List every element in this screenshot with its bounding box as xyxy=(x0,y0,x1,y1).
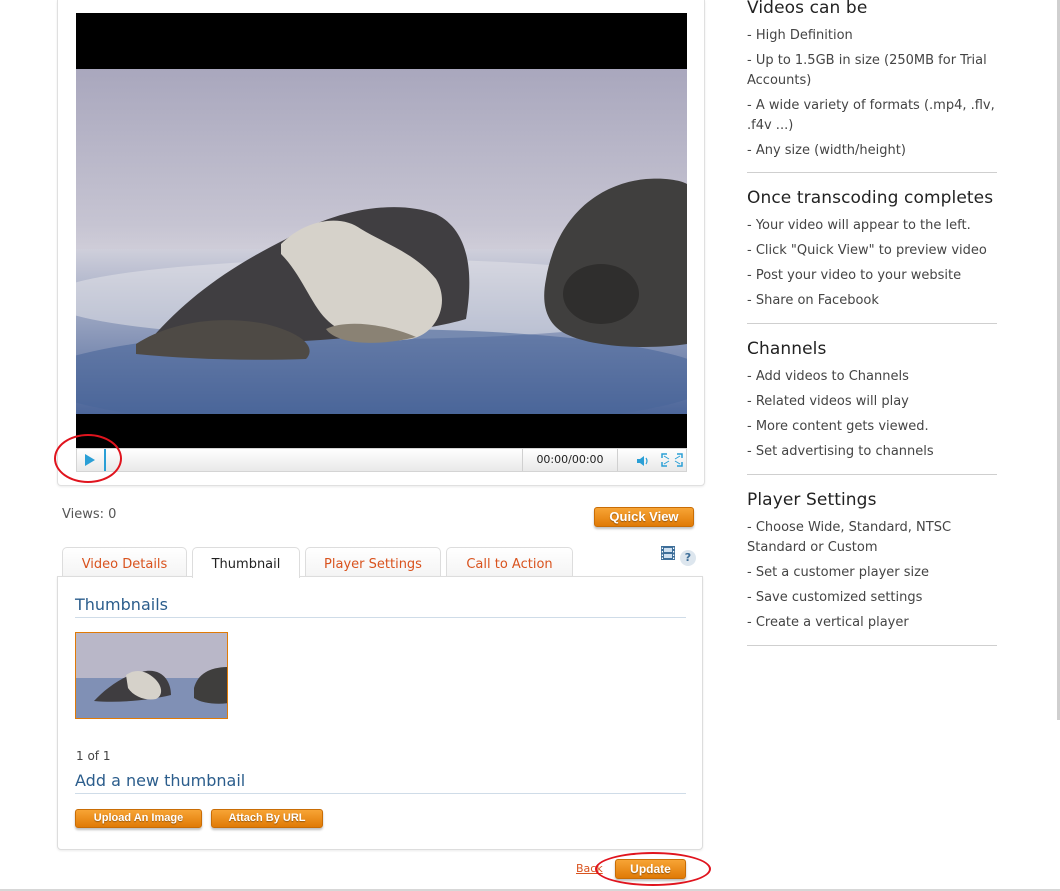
divider xyxy=(747,323,997,324)
sidebar-item: - Any size (width/height) xyxy=(747,143,906,158)
thumbnail-image[interactable] xyxy=(75,632,228,719)
sidebar-section-player-settings: Player Settings - Choose Wide, Standard,… xyxy=(747,490,997,638)
fullscreen-icon[interactable] xyxy=(660,452,684,468)
thumbnails-heading: Thumbnails xyxy=(75,595,168,614)
sidebar-item: - Add videos to Channels xyxy=(747,369,909,384)
sidebar-item: - Post your video to your website xyxy=(747,268,962,283)
film-icon[interactable] xyxy=(660,545,676,561)
sidebar-item: - Up to 1.5GB in size (250MB for Trial A… xyxy=(747,53,987,88)
quick-view-button[interactable]: Quick View xyxy=(594,507,694,527)
thumbnail-panel: Thumbnails 1 of 1 Add a new thumbnail Up… xyxy=(57,576,703,850)
sidebar-section-channels: Channels - Add videos to Channels - Rela… xyxy=(747,339,997,467)
play-button[interactable] xyxy=(79,451,101,469)
add-thumbnail-heading: Add a new thumbnail xyxy=(75,771,246,790)
sidebar-item: - More content gets viewed. xyxy=(747,419,929,434)
sidebar-heading: Videos can be xyxy=(747,0,868,18)
video-preview-image xyxy=(76,69,687,414)
time-display: 00:00/00:00 xyxy=(522,449,618,471)
sidebar-section-videos: Videos can be - High Definition - Up to … xyxy=(747,0,997,166)
sidebar-heading: Player Settings xyxy=(747,490,877,510)
divider xyxy=(75,617,686,618)
tab-thumbnail[interactable]: Thumbnail xyxy=(192,547,300,578)
sidebar-section-transcoding: Once transcoding completes - Your video … xyxy=(747,188,997,316)
tab-tools: ? xyxy=(660,545,700,567)
sidebar-item: - Click "Quick View" to preview video xyxy=(747,243,987,258)
sidebar-item: - Set a customer player size xyxy=(747,565,929,580)
divider xyxy=(75,793,686,794)
volume-icon[interactable] xyxy=(636,453,650,467)
back-link[interactable]: Back xyxy=(576,862,603,875)
upload-image-button[interactable]: Upload An Image xyxy=(75,809,202,828)
tab-player-settings[interactable]: Player Settings xyxy=(305,547,441,577)
sidebar-heading: Once transcoding completes xyxy=(747,188,994,208)
help-icon[interactable]: ? xyxy=(680,550,696,566)
scrubber-handle[interactable] xyxy=(104,449,106,471)
sidebar-item: - Save customized settings xyxy=(747,590,923,605)
divider xyxy=(747,474,997,475)
divider xyxy=(747,172,997,173)
sidebar-heading: Channels xyxy=(747,339,827,359)
video-player: 00:00/00:00 xyxy=(57,0,705,486)
sidebar-item: - High Definition xyxy=(747,28,853,43)
sidebar-item: - Related videos will play xyxy=(747,394,909,409)
views-count: Views: 0 xyxy=(62,507,117,522)
player-controls: 00:00/00:00 xyxy=(76,448,687,472)
video-frame[interactable] xyxy=(76,13,687,448)
sidebar-item: - Share on Facebook xyxy=(747,293,879,308)
divider xyxy=(747,645,997,646)
sidebar-item: - Choose Wide, Standard, NTSC Standard o… xyxy=(747,520,952,555)
attach-by-url-button[interactable]: Attach By URL xyxy=(211,809,323,828)
update-button[interactable]: Update xyxy=(615,859,686,879)
tab-video-details[interactable]: Video Details xyxy=(62,547,187,577)
sidebar-item: - Your video will appear to the left. xyxy=(747,218,971,233)
sidebar-item: - Create a vertical player xyxy=(747,615,909,630)
thumbnail-page-count: 1 of 1 xyxy=(76,749,111,763)
sidebar-item: - Set advertising to channels xyxy=(747,444,934,459)
tab-call-to-action[interactable]: Call to Action xyxy=(446,547,573,577)
sidebar-item: - A wide variety of formats (.mp4, .flv,… xyxy=(747,98,995,133)
